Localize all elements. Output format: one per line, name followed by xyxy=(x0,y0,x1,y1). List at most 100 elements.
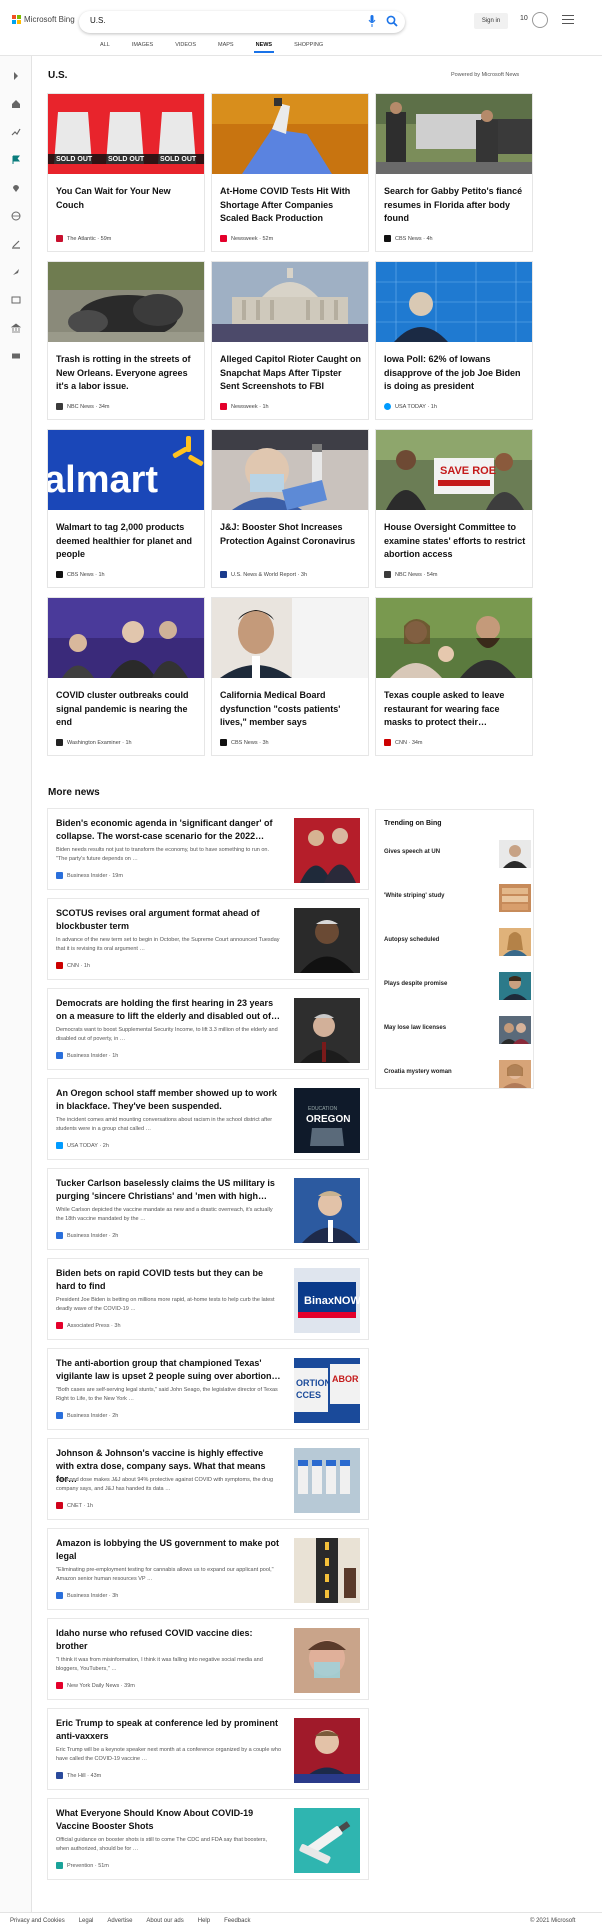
news-item-title[interactable]: Biden's economic agenda in 'significant … xyxy=(56,817,281,843)
news-item-title[interactable]: Democrats are holding the first hearing … xyxy=(56,997,281,1023)
news-item-title[interactable]: What Everyone Should Know About COVID-19… xyxy=(56,1807,281,1833)
trending-item[interactable]: 'White striping' study xyxy=(384,884,531,916)
news-item-thumbnail[interactable] xyxy=(294,1718,360,1783)
news-card[interactable]: Trash is rotting in the streets of New O… xyxy=(48,262,204,419)
card-title[interactable]: Trash is rotting in the streets of New O… xyxy=(56,353,198,394)
news-card[interactable]: J&J: Booster Shot Increases Protection A… xyxy=(212,430,368,587)
news-list-item[interactable]: Tucker Carlson baselessly claims the US … xyxy=(48,1169,368,1249)
trending-item[interactable]: Plays despite promise xyxy=(384,972,531,1004)
news-list-item[interactable]: SCOTUS revises oral argument format ahea… xyxy=(48,899,368,979)
footer-link-advertise[interactable]: Advertise xyxy=(107,1918,132,1924)
rocket-icon[interactable] xyxy=(11,264,21,275)
globe-icon[interactable] xyxy=(11,208,21,221)
trending-label[interactable]: 'White striping' study xyxy=(384,893,445,899)
entertainment-icon[interactable] xyxy=(11,292,21,304)
news-item-thumbnail[interactable]: BinaxNOW xyxy=(294,1268,360,1333)
news-list-item[interactable]: Amazon is lobbying the US government to … xyxy=(48,1529,368,1609)
search-icon[interactable] xyxy=(386,15,398,27)
news-item-thumbnail[interactable] xyxy=(294,908,360,973)
card-title[interactable]: Iowa Poll: 62% of Iowans disapprove of t… xyxy=(384,353,526,394)
search-box[interactable] xyxy=(79,11,405,33)
bing-logo[interactable]: Microsoft Bing xyxy=(12,15,75,24)
news-list-item[interactable]: The anti-abortion group that championed … xyxy=(48,1349,368,1429)
powered-by[interactable]: Powered by Microsoft News xyxy=(451,72,519,78)
news-card[interactable]: COVID cluster outbreaks could signal pan… xyxy=(48,598,204,755)
bank-icon[interactable] xyxy=(10,320,22,333)
news-card[interactable]: SAVE ROE House Oversight Committee to ex… xyxy=(376,430,532,587)
rewards-count[interactable]: 10 xyxy=(520,15,528,22)
card-title[interactable]: Walmart to tag 2,000 products deemed hea… xyxy=(56,521,198,562)
news-list-item[interactable]: Johnson & Johnson's vaccine is highly ef… xyxy=(48,1439,368,1519)
news-item-thumbnail[interactable]: ORTION CCES ABOR xyxy=(294,1358,360,1423)
news-item-thumbnail[interactable] xyxy=(294,1178,360,1243)
trending-item[interactable]: Autopsy scheduled xyxy=(384,928,531,960)
microphone-icon[interactable] xyxy=(368,15,376,27)
trending-label[interactable]: Croatia mystery woman xyxy=(384,1069,452,1075)
tab-maps[interactable]: MAPS xyxy=(207,40,245,50)
tab-shopping[interactable]: SHOPPING xyxy=(283,40,334,50)
trending-label[interactable]: Gives speech at UN xyxy=(384,849,440,855)
card-title[interactable]: Search for Gabby Petito's fiancé resumes… xyxy=(384,185,526,226)
card-title[interactable]: At-Home COVID Tests Hit With Shortage Af… xyxy=(220,185,362,226)
trending-item[interactable]: Gives speech at UN xyxy=(384,840,531,872)
card-title[interactable]: Texas couple asked to leave restaurant f… xyxy=(384,689,526,730)
footer-link-help[interactable]: Help xyxy=(198,1918,210,1924)
footer-link-about-ads[interactable]: About our ads xyxy=(146,1918,183,1924)
rewards-trophy-icon[interactable] xyxy=(532,12,548,28)
footer-link-feedback[interactable]: Feedback xyxy=(224,1918,250,1924)
search-input[interactable] xyxy=(90,16,360,25)
news-list-item[interactable]: An Oregon school staff member showed up … xyxy=(48,1079,368,1159)
card-title[interactable]: House Oversight Committee to examine sta… xyxy=(384,521,526,562)
news-item-thumbnail[interactable] xyxy=(294,818,360,883)
card-icon[interactable] xyxy=(11,348,21,359)
card-title[interactable]: J&J: Booster Shot Increases Protection A… xyxy=(220,521,362,548)
trending-item[interactable]: Croatia mystery woman xyxy=(384,1060,531,1092)
news-item-title[interactable]: Eric Trump to speak at conference led by… xyxy=(56,1717,281,1743)
footer-link-legal[interactable]: Legal xyxy=(79,1918,94,1924)
news-item-title[interactable]: Amazon is lobbying the US government to … xyxy=(56,1537,281,1563)
news-item-thumbnail[interactable] xyxy=(294,1538,360,1603)
trending-label[interactable]: Plays despite promise xyxy=(384,981,447,987)
news-card[interactable]: Iowa Poll: 62% of Iowans disapprove of t… xyxy=(376,262,532,419)
tab-news[interactable]: NEWS xyxy=(245,40,284,53)
card-title[interactable]: COVID cluster outbreaks could signal pan… xyxy=(56,689,198,730)
tab-images[interactable]: IMAGES xyxy=(121,40,164,50)
sign-in-button[interactable]: Sign in xyxy=(474,13,508,29)
news-list-item[interactable]: Biden's economic agenda in 'significant … xyxy=(48,809,368,889)
news-card[interactable]: At-Home COVID Tests Hit With Shortage Af… xyxy=(212,94,368,251)
home-icon[interactable] xyxy=(11,96,21,108)
news-card[interactable]: Search for Gabby Petito's fiancé resumes… xyxy=(376,94,532,251)
hamburger-menu-icon[interactable] xyxy=(562,15,574,25)
news-item-title[interactable]: The anti-abortion group that championed … xyxy=(56,1357,281,1383)
tab-all[interactable]: ALL xyxy=(89,40,121,50)
news-item-thumbnail[interactable] xyxy=(294,998,360,1063)
location-icon[interactable] xyxy=(11,180,21,192)
trending-item[interactable]: May lose law licenses xyxy=(384,1016,531,1048)
politics-icon[interactable] xyxy=(11,236,21,249)
expand-icon[interactable] xyxy=(11,68,21,80)
news-list-item[interactable]: Democrats are holding the first hearing … xyxy=(48,989,368,1069)
news-list-item[interactable]: What Everyone Should Know About COVID-19… xyxy=(48,1799,368,1879)
card-title[interactable]: California Medical Board dysfunction "co… xyxy=(220,689,362,730)
news-item-title[interactable]: Biden bets on rapid COVID tests but they… xyxy=(56,1267,281,1293)
news-list-item[interactable]: Biden bets on rapid COVID tests but they… xyxy=(48,1259,368,1339)
tab-videos[interactable]: VIDEOS xyxy=(164,40,207,50)
news-list-item[interactable]: Idaho nurse who refused COVID vaccine di… xyxy=(48,1619,368,1699)
news-item-thumbnail[interactable] xyxy=(294,1448,360,1513)
card-title[interactable]: You Can Wait for Your New Couch xyxy=(56,185,198,212)
trending-label[interactable]: Autopsy scheduled xyxy=(384,937,439,943)
news-card[interactable]: Alleged Capitol Rioter Caught on Snapcha… xyxy=(212,262,368,419)
news-list-item[interactable]: Eric Trump to speak at conference led by… xyxy=(48,1709,368,1789)
news-item-title[interactable]: Tucker Carlson baselessly claims the US … xyxy=(56,1177,281,1203)
news-item-thumbnail[interactable]: EDUCATION OREGON xyxy=(294,1088,360,1153)
news-card[interactable]: almart Walmart to tag 2,000 products dee… xyxy=(48,430,204,587)
footer-link-privacy[interactable]: Privacy and Cookies xyxy=(10,1918,65,1924)
news-item-thumbnail[interactable] xyxy=(294,1628,360,1693)
news-item-title[interactable]: Idaho nurse who refused COVID vaccine di… xyxy=(56,1627,281,1653)
news-card[interactable]: Texas couple asked to leave restaurant f… xyxy=(376,598,532,755)
news-card[interactable]: California Medical Board dysfunction "co… xyxy=(212,598,368,755)
card-title[interactable]: Alleged Capitol Rioter Caught on Snapcha… xyxy=(220,353,362,394)
trending-label[interactable]: May lose law licenses xyxy=(384,1025,446,1031)
news-item-title[interactable]: An Oregon school staff member showed up … xyxy=(56,1087,281,1113)
news-item-title[interactable]: SCOTUS revises oral argument format ahea… xyxy=(56,907,281,933)
